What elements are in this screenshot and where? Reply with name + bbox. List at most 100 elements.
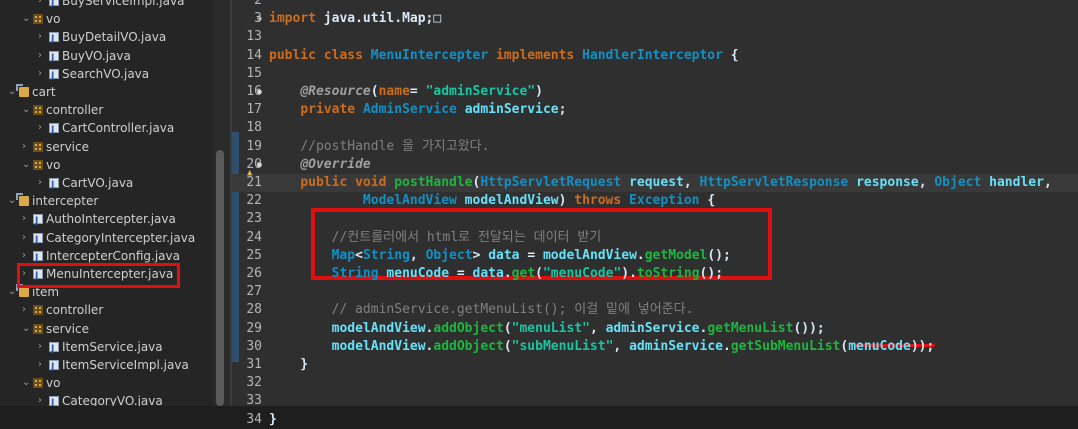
tree-item[interactable]: ⌄ vo <box>0 10 200 28</box>
code-line[interactable]: String menuCode = data.get("menuCode").t… <box>269 265 723 283</box>
chevron-right-icon[interactable]: › <box>38 356 48 374</box>
code-token: // adminService.getMenuList(); 이걸 밑에 넣어준… <box>331 302 694 318</box>
code-line[interactable]: @Override <box>269 156 370 174</box>
code-token: getMenuList <box>707 320 794 336</box>
code-token: "menuCode" <box>542 266 622 281</box>
java-file-icon <box>49 0 59 12</box>
chevron-right-icon[interactable]: › <box>38 174 48 192</box>
project-explorer: ›BuyServiceImpl.java⌄vo›BuyDetailVO.java… <box>0 0 213 406</box>
java-file-icon <box>33 212 43 230</box>
annotation-marker-icon[interactable]: ● <box>257 160 262 169</box>
tree-item[interactable]: › controller <box>0 301 200 319</box>
chevron-right-icon[interactable]: › <box>22 210 32 228</box>
fold-expand-icon[interactable]: ⊕ <box>257 14 262 23</box>
code-token: < <box>355 247 363 263</box>
tree-item[interactable]: › ItemServiceImpl.java <box>0 356 200 376</box>
code-token: . <box>503 266 512 281</box>
code-token: Object <box>425 247 473 263</box>
code-token: ()); <box>793 320 825 336</box>
tree-item[interactable]: ⌄ vo <box>0 374 200 392</box>
java-file-icon <box>49 394 59 406</box>
chevron-right-icon[interactable]: › <box>38 392 48 406</box>
line-number: 33 <box>246 393 262 409</box>
tree-item[interactable]: ⌄ service <box>0 320 200 338</box>
code-line[interactable]: //postHandle 을 가지고왔다. <box>269 138 489 156</box>
chevron-down-icon[interactable]: ⌄ <box>22 374 32 392</box>
line-number: 22 <box>246 193 262 209</box>
code-token: data <box>488 247 520 263</box>
code-token: throws <box>574 193 630 209</box>
code-line[interactable]: modelAndView.addObject("menuList", admin… <box>269 320 825 338</box>
tree-item[interactable]: ⌄ vo <box>0 156 200 174</box>
chevron-right-icon[interactable]: › <box>38 119 48 137</box>
code-line[interactable]: public void postHandle(HttpServletReques… <box>269 174 1051 192</box>
tree-item-label: CategoryIntercepter.java <box>46 230 196 245</box>
chevron-right-icon[interactable]: › <box>38 28 48 46</box>
tree-item[interactable]: › CategoryIntercepter.java <box>0 229 200 249</box>
tree-item[interactable]: › ItemService.java <box>0 338 200 358</box>
code-line[interactable]: import java.util.Map;□ <box>269 10 441 28</box>
code-line[interactable]: modelAndView. addObject("subMenuList", ad… <box>269 338 935 356</box>
tree-item[interactable]: ⌄ cart <box>0 83 200 101</box>
tree-item[interactable]: › AuthoIntercepter.java <box>0 210 200 230</box>
tree-item-label: service <box>46 139 89 154</box>
code-line[interactable]: private AdminService adminService; <box>269 101 566 119</box>
package-icon <box>33 378 43 389</box>
code-token: HttpServletResponse <box>699 175 857 190</box>
tree-item-label: BuyVO.java <box>62 48 131 63</box>
chevron-right-icon[interactable]: › <box>38 47 48 65</box>
chevron-right-icon[interactable]: › <box>22 301 32 319</box>
code-line[interactable]: } <box>269 356 308 374</box>
code-token: . <box>636 247 645 263</box>
code-token: , <box>918 175 935 190</box>
tree-item[interactable]: › CategoryVO.java <box>0 392 200 406</box>
tree-item[interactable]: › CartVO.java <box>0 174 200 194</box>
code-token: implements <box>495 47 583 63</box>
explorer-scrollbar-thumb[interactable] <box>216 150 224 406</box>
chevron-right-icon[interactable]: › <box>22 229 32 247</box>
code-token: Map <box>331 247 356 263</box>
java-file-icon <box>49 340 59 358</box>
tree-item[interactable]: › SearchVO.java <box>0 65 200 85</box>
java-file-icon <box>49 30 59 48</box>
code-line[interactable]: Map<String, Object> data = modelAndView.… <box>269 247 731 265</box>
code-token: handler <box>989 175 1044 190</box>
code-token: java.util.Map; <box>323 11 434 27</box>
chevron-right-icon[interactable]: › <box>38 65 48 83</box>
code-line[interactable]: //컨트롤러에서 html로 전달되는 데이터 받기 <box>269 229 602 247</box>
tree-item[interactable]: › CartController.java <box>0 119 200 139</box>
tree-item[interactable]: › BuyDetailVO.java <box>0 28 200 48</box>
code-token: } <box>269 411 277 427</box>
tree-item-label: vo <box>46 12 61 27</box>
code-line[interactable]: } <box>269 411 277 429</box>
tree-item-label: vo <box>46 376 61 391</box>
chevron-down-icon[interactable]: ⌄ <box>22 156 32 174</box>
chevron-down-icon[interactable]: ⌄ <box>22 10 32 28</box>
code-token: ( <box>535 266 543 281</box>
tree-item-label: CartVO.java <box>62 176 134 190</box>
code-line[interactable]: // adminService.getMenuList(); 이걸 밑에 넣어준… <box>269 301 694 319</box>
tree-item[interactable]: › service <box>0 138 200 156</box>
tree-item[interactable]: ⌄ controller <box>0 101 200 119</box>
code-line[interactable]: public class MenuIntercepter implements … <box>269 47 739 65</box>
line-number: 24 <box>246 229 262 245</box>
chevron-right-icon[interactable]: › <box>22 138 32 156</box>
tree-item[interactable]: › BuyServiceImpl.java <box>0 0 200 12</box>
annotation-marker-icon[interactable]: ● <box>257 87 262 96</box>
code-line[interactable]: @Resource(name= "adminService") <box>269 83 543 101</box>
code-token: modelAndView <box>542 247 637 263</box>
package-icon <box>33 105 43 116</box>
chevron-right-icon[interactable]: › <box>38 338 48 356</box>
code-token: "menuList" <box>511 320 590 336</box>
tree-item[interactable]: › BuyVO.java <box>0 47 200 67</box>
tree-item[interactable]: ⌄ intercepter <box>0 192 200 210</box>
package-icon <box>33 141 43 152</box>
code-line[interactable]: ModelAndView modelAndView) throws Except… <box>269 192 715 210</box>
code-token: menuCode <box>386 266 450 281</box>
chevron-right-icon[interactable]: › <box>38 0 48 10</box>
chevron-down-icon[interactable]: ⌄ <box>22 320 32 338</box>
code-token: = <box>519 247 543 263</box>
chevron-down-icon[interactable]: ⌄ <box>22 101 32 119</box>
